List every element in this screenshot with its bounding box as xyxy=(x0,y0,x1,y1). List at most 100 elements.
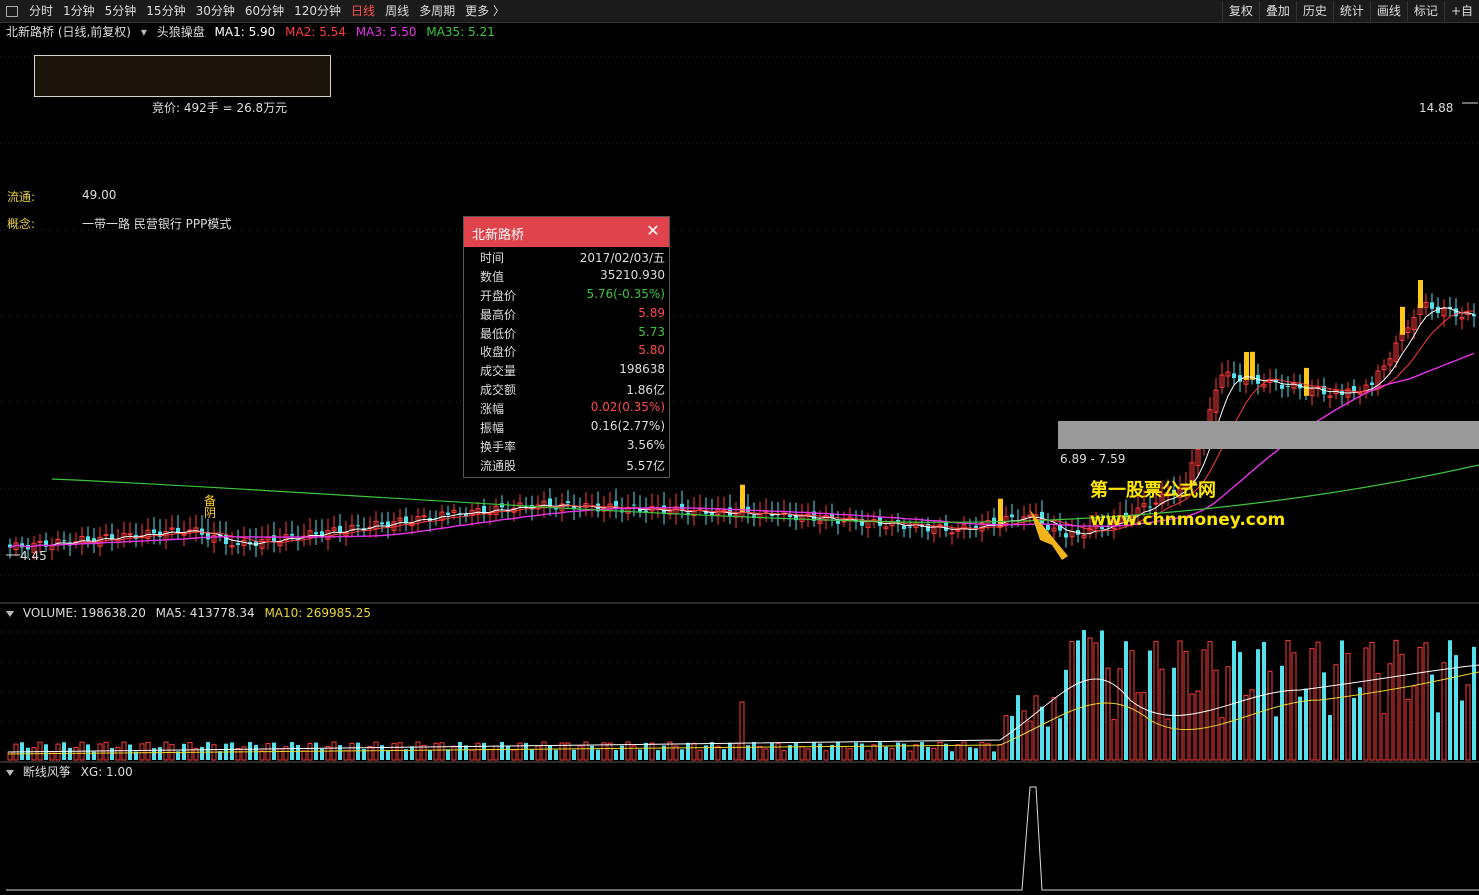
volume-bar xyxy=(1100,630,1104,760)
popup-row-key: 涨幅 xyxy=(480,402,505,417)
volume-bar xyxy=(1207,641,1213,761)
indicator-collapse-icon[interactable]: ▾ xyxy=(141,25,147,39)
popup-row-key: 最低价 xyxy=(480,326,517,341)
candle-body xyxy=(127,533,133,536)
popup-header[interactable]: 北新路桥 ✕ xyxy=(464,217,669,247)
collapse-icon[interactable] xyxy=(6,769,14,776)
volume-bar xyxy=(511,749,517,761)
volume-bar xyxy=(644,742,648,760)
volume-bar xyxy=(254,744,258,760)
volume-bar xyxy=(686,742,690,760)
popup-row-value: 1.86亿 xyxy=(626,383,665,398)
popup-row: 振幅 0.16(2.77%) xyxy=(464,417,669,436)
volume-bar xyxy=(1352,697,1356,760)
popup-row-value: 5.89 xyxy=(638,305,665,320)
volume-bar xyxy=(1333,664,1339,761)
xg-value: XG: 1.00 xyxy=(80,765,133,779)
volume-bar xyxy=(1381,713,1387,761)
volume-bar xyxy=(577,745,583,761)
volume-bar xyxy=(920,742,924,760)
volume-bar xyxy=(469,749,475,761)
volume-bar xyxy=(955,744,961,761)
indicator-name[interactable]: 头狼操盘 xyxy=(157,25,205,39)
volume-bar xyxy=(1069,640,1075,761)
volume-bar xyxy=(1309,648,1315,761)
candle-body xyxy=(1430,302,1434,309)
bar-info-popup[interactable]: 北新路桥 ✕ 时间 2017/02/03/五 数值 35210.930 开盘价 5.76(… xyxy=(463,216,670,478)
main-chart-header: 北新路桥 (日线,前复权) ▾ 头狼操盘 MA1: 5.90 MA2: 5.54… xyxy=(6,23,501,41)
volume-bar xyxy=(1369,641,1375,761)
volume-bar xyxy=(1460,700,1464,760)
volume-bar xyxy=(841,746,847,761)
candle-body xyxy=(908,526,912,528)
volume-bar xyxy=(158,747,162,760)
volume-bar xyxy=(296,744,300,760)
popup-row-key: 收盘价 xyxy=(480,345,517,360)
popup-row-key: 流通股 xyxy=(480,458,517,473)
volume-bar xyxy=(638,749,642,760)
volume-bar xyxy=(458,742,462,760)
volume-bar xyxy=(1340,640,1344,760)
volume-bar xyxy=(878,742,882,760)
candle-body xyxy=(290,533,294,536)
popup-row: 成交额 1.86亿 xyxy=(464,379,669,398)
xg-header: 断线风筝 XG: 1.00 xyxy=(6,764,133,780)
auction-text: 竞价: 492手 = 26.8万元 xyxy=(152,101,288,115)
candle-body xyxy=(446,512,450,515)
popup-row: 收盘价 5.80 xyxy=(464,341,669,360)
candle-body xyxy=(1148,506,1152,508)
volume-bar xyxy=(1225,666,1231,761)
volume-bar xyxy=(1189,693,1195,761)
volume-bar xyxy=(1262,641,1266,760)
volume-bar xyxy=(1358,687,1362,760)
popup-row: 开盘价 5.76(-0.35%) xyxy=(464,285,669,304)
price-zone-label: 6.89 - 7.59 xyxy=(1060,452,1126,466)
candle-body xyxy=(500,503,504,508)
volume-bar xyxy=(506,745,510,760)
candle-body xyxy=(103,534,109,537)
volume-bar xyxy=(86,744,90,760)
candle-body xyxy=(356,525,360,527)
volume-ma5: MA5: 413778.34 xyxy=(155,606,255,620)
volume-bar xyxy=(1148,650,1152,760)
concept-value: 一带一路 民营银行 PPP模式 xyxy=(82,217,232,231)
popup-row-value: 0.16(2.77%) xyxy=(590,419,665,434)
volume-bar xyxy=(1076,640,1080,760)
candle-body xyxy=(1370,382,1374,385)
popup-row-value: 3.56% xyxy=(626,437,665,452)
volume-bar xyxy=(200,746,204,760)
close-icon[interactable]: ✕ xyxy=(643,221,663,241)
popup-row-value: 5.76(-0.35%) xyxy=(586,286,665,301)
popup-row: 成交量 198638 xyxy=(464,360,669,379)
volume-bar xyxy=(1291,652,1297,761)
xg-signal-area xyxy=(6,786,1479,891)
popup-row: 流通股 5.57亿 xyxy=(464,455,669,474)
popup-row-key: 成交量 xyxy=(480,364,517,379)
popup-row-key: 开盘价 xyxy=(480,288,517,303)
popup-row: 数值 35210.930 xyxy=(464,266,669,285)
volume-bar xyxy=(110,748,114,760)
float-value: 49.00 xyxy=(82,188,117,202)
volume-bar xyxy=(1249,689,1255,761)
collapse-icon[interactable] xyxy=(6,610,14,617)
candle-body xyxy=(1010,514,1014,518)
popup-row-key: 成交额 xyxy=(480,383,517,398)
volume-bar xyxy=(889,748,895,761)
candle-body xyxy=(338,525,342,533)
volume-bar xyxy=(1375,672,1381,761)
volume-bar xyxy=(830,744,834,760)
popup-title: 北新路桥 xyxy=(472,228,525,243)
volume-bar xyxy=(1399,653,1405,761)
volume-bar xyxy=(770,742,774,760)
volume-bar xyxy=(1405,698,1411,761)
candle-body xyxy=(902,525,906,530)
popup-row-key: 最高价 xyxy=(480,307,517,322)
volume-bar xyxy=(913,744,919,761)
volume-bar xyxy=(307,742,313,761)
volume-bar xyxy=(1046,726,1050,760)
kline-chart[interactable] xyxy=(0,0,1479,895)
signal-bar xyxy=(1244,352,1249,381)
volume-header: VOLUME: 198638.20 MA5: 413778.34 MA10: 2… xyxy=(6,605,371,621)
candle-body xyxy=(1046,524,1050,530)
volume-bar xyxy=(1417,646,1423,761)
